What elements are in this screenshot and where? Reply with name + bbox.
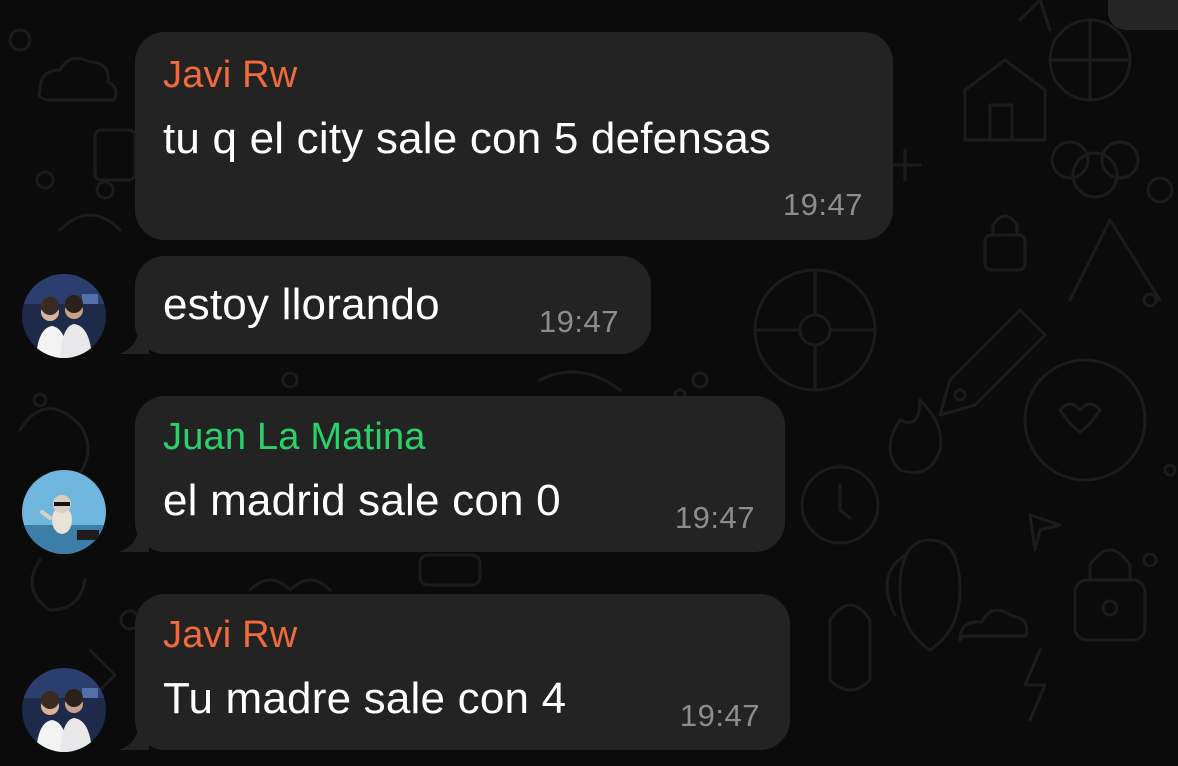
message-text: tu q el city sale con 5 defensas [163,114,772,163]
sender-name[interactable]: Javi Rw [163,54,297,97]
sender-name[interactable]: Javi Rw [163,614,297,657]
message-bubble[interactable]: estoy llorando 19:47 [119,256,651,354]
message-text: el madrid sale con 0 [163,476,561,525]
message-timestamp: 19:47 [674,500,755,535]
group-photo-avatar-icon [22,274,106,358]
figure-on-blue-avatar-icon [22,470,106,554]
sender-avatar[interactable] [22,274,106,358]
sender-avatar[interactable] [22,668,106,752]
message-text: Tu madre sale con 4 [163,674,567,723]
message-bubble[interactable]: Javi Rw tu q el city sale con 5 defensas… [135,32,893,240]
message-timestamp: 19:47 [782,187,863,222]
message-timestamp: 19:47 [538,304,619,339]
message-text: estoy llorando [163,280,440,329]
message-timestamp: 19:47 [679,698,760,733]
message-bubble[interactable]: Juan La Matina el madrid sale con 0 19:4… [119,396,785,552]
bubble-tail [119,328,149,354]
sender-name[interactable]: Juan La Matina [163,416,426,459]
sender-avatar[interactable] [22,470,106,554]
bubble-tail [119,526,149,552]
group-photo-avatar-icon [22,668,106,752]
message-bubble[interactable]: Javi Rw Tu madre sale con 4 19:47 [119,594,790,750]
message-list[interactable]: Javi Rw tu q el city sale con 5 defensas… [0,0,1178,766]
bubble-tail [119,724,149,750]
